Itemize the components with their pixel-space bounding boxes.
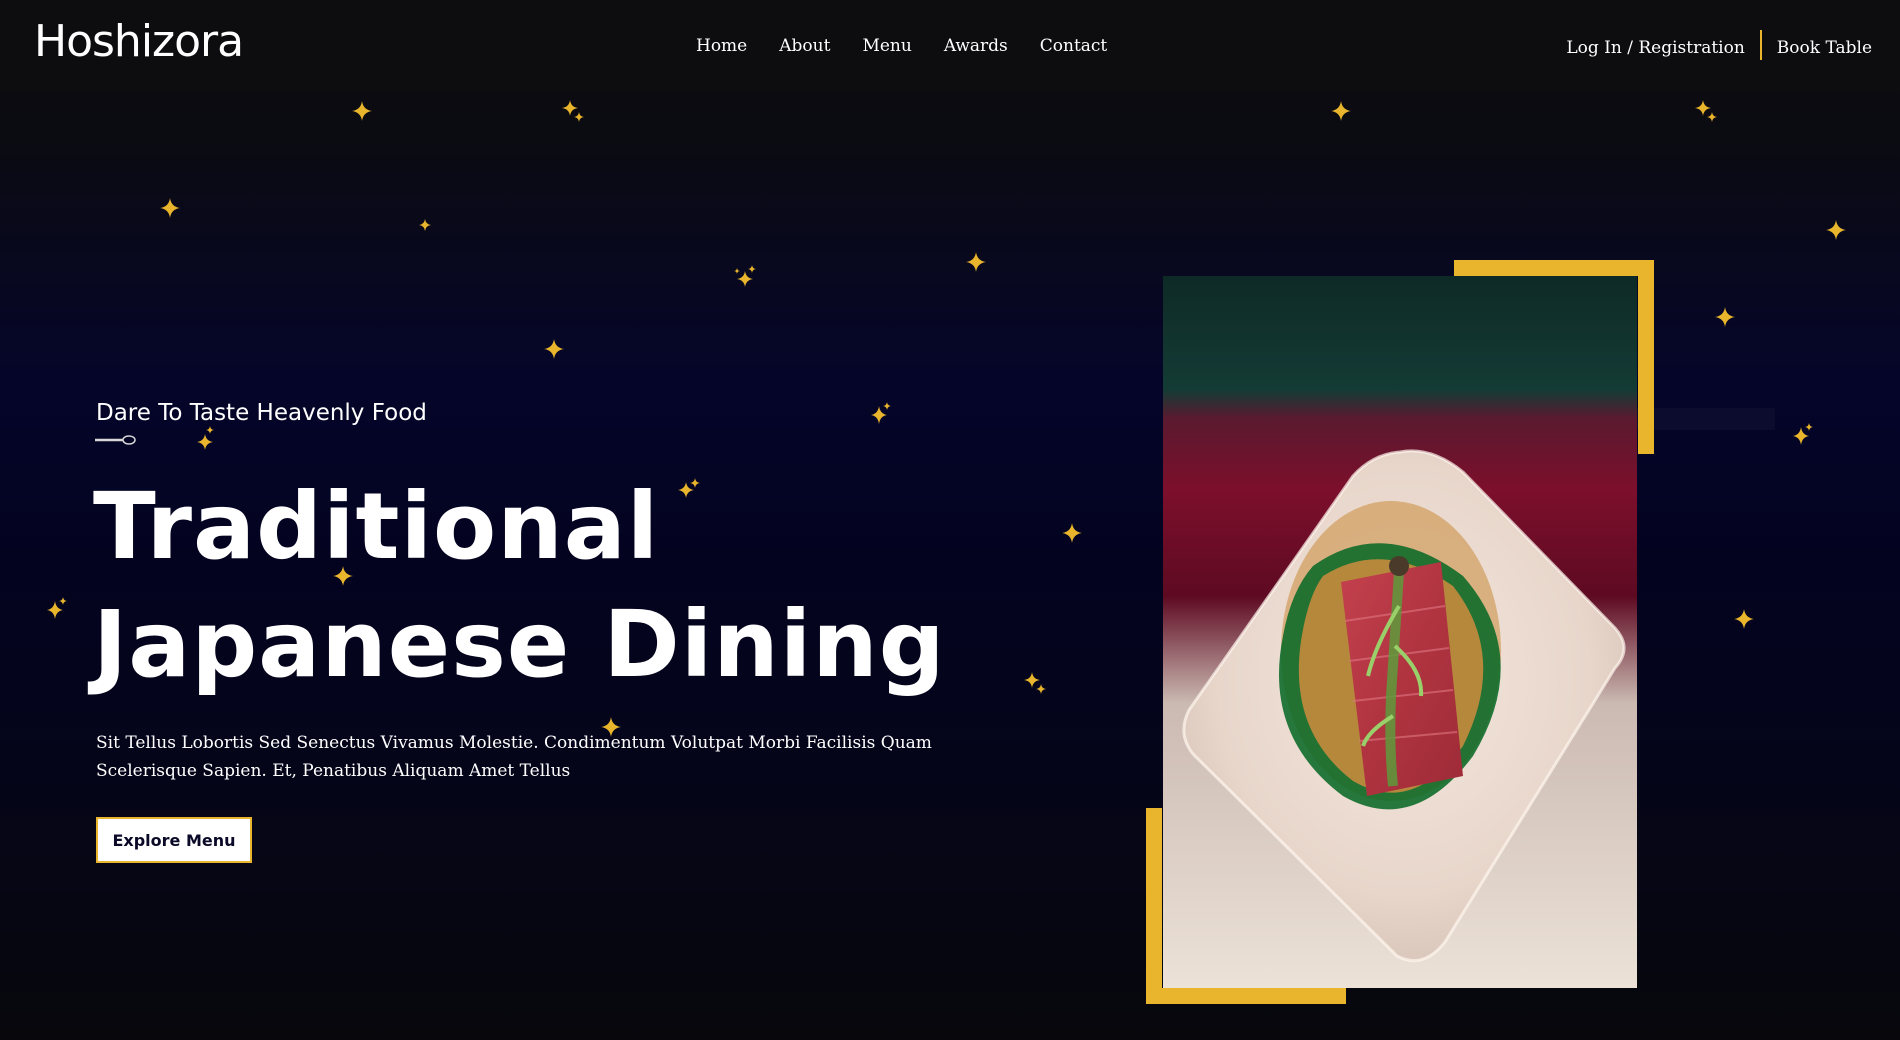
- nav-link-contact[interactable]: Contact: [1040, 36, 1108, 56]
- sparkle-star-icon: [562, 100, 584, 122]
- sparkle-star-icon: [869, 402, 891, 424]
- sparkle-star-icon: [160, 198, 180, 218]
- hero-description: Sit Tellus Lobortis Sed Senectus Vivamus…: [96, 733, 932, 781]
- hero-title-line-1: Traditional: [93, 473, 660, 580]
- nav-link-home[interactable]: Home: [696, 36, 747, 56]
- sparkle-star-icon: [194, 426, 216, 450]
- sparkle-star-icon: [966, 252, 986, 272]
- book-table-link[interactable]: Book Table: [1777, 32, 1872, 58]
- sparkle-star-icon: [352, 101, 372, 121]
- login-registration-link[interactable]: Log In / Registration: [1566, 32, 1744, 58]
- tuna-dish-image: [1163, 276, 1637, 988]
- hero-title-line-2: Japanese Dining: [93, 591, 946, 698]
- sparkle-star-icon: [1062, 523, 1082, 543]
- sparkle-star-icon: [45, 597, 67, 619]
- sparkle-star-icon: [544, 339, 564, 359]
- hero-tagline: Dare To Taste Heavenly Food: [96, 400, 427, 426]
- nav-link-about[interactable]: About: [779, 36, 830, 56]
- sparkle-star-icon: [419, 219, 431, 231]
- sparkle-star-icon: [734, 265, 756, 287]
- nav-divider: [1759, 30, 1762, 60]
- navbar: Hoshizora Home About Menu Awards Contact…: [0, 0, 1900, 92]
- explore-menu-button[interactable]: Explore Menu: [96, 817, 252, 863]
- spoon-icon: [95, 431, 137, 445]
- sparkle-star-icon: [1734, 609, 1754, 629]
- sparkle-star-icon: [1826, 220, 1846, 240]
- site-logo[interactable]: Hoshizora: [34, 16, 244, 67]
- nav-actions: Log In / Registration Book Table: [1566, 30, 1872, 60]
- nav-link-awards[interactable]: Awards: [944, 36, 1008, 56]
- nav-link-menu[interactable]: Menu: [862, 36, 911, 56]
- sparkle-star-icon: [1695, 100, 1717, 122]
- sparkle-star-icon: [1791, 423, 1813, 445]
- main-nav: Home About Menu Awards Contact: [696, 36, 1107, 56]
- sparkle-star-icon: [1331, 101, 1351, 121]
- hero-title: Traditional Japanese Dining: [93, 468, 946, 704]
- sparkle-star-icon: [1715, 307, 1735, 327]
- sparkle-star-icon: [1024, 672, 1046, 694]
